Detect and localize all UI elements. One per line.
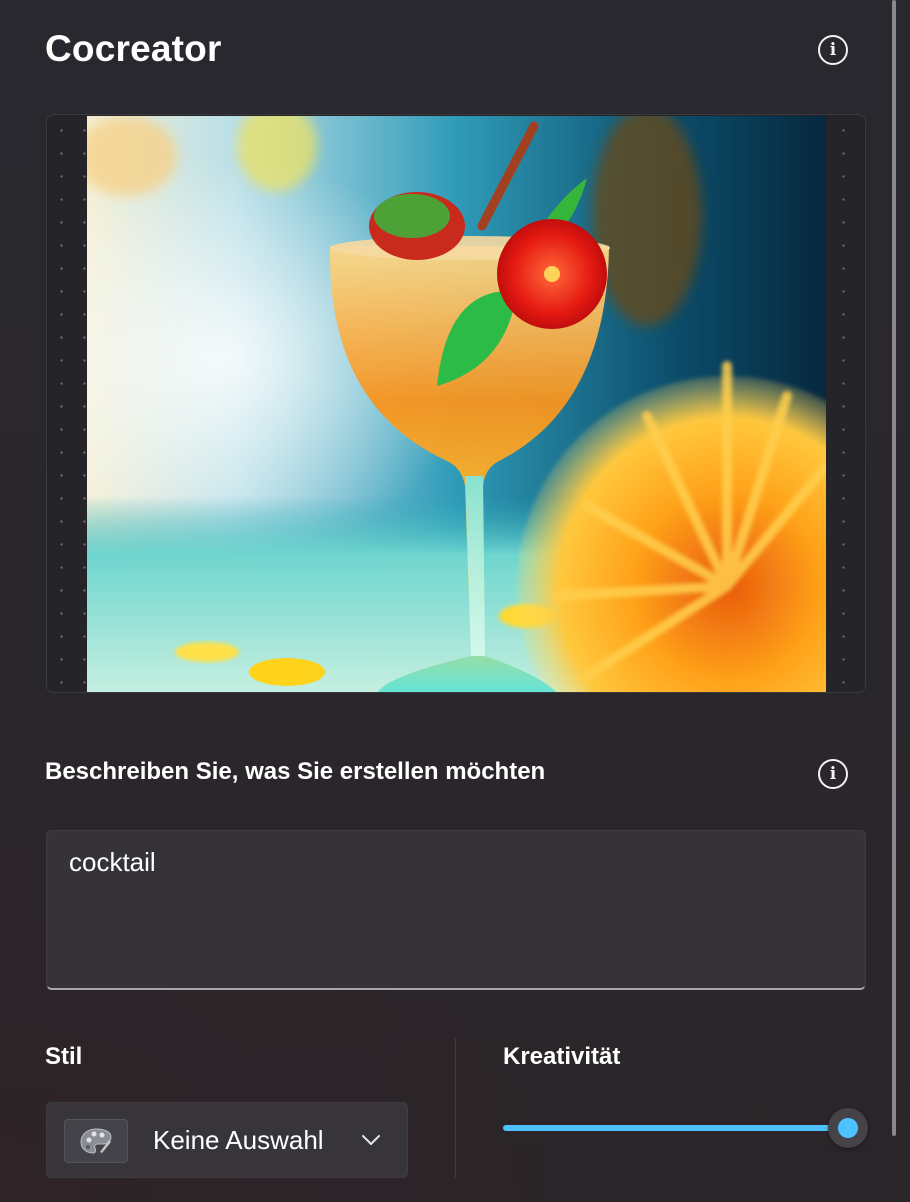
palette-icon: [80, 1128, 112, 1154]
info-icon: i: [829, 763, 837, 784]
scrollbar[interactable]: [892, 0, 896, 1136]
info-icon: i: [829, 39, 837, 60]
chevron-down-icon: [362, 1135, 380, 1145]
generated-image: [87, 116, 826, 692]
cocreator-panel: Cocreator i Beschreiben Sie, was Sie ers…: [0, 0, 898, 1202]
section-divider: [455, 1038, 456, 1178]
image-canvas[interactable]: [46, 114, 866, 693]
prompt-label: Beschreiben Sie, was Sie erstellen möcht…: [45, 758, 546, 785]
creativity-slider-thumb-dot: [838, 1118, 858, 1138]
creativity-slider-thumb[interactable]: [828, 1108, 868, 1148]
prompt-info-button[interactable]: i: [818, 759, 848, 789]
prompt-text: cocktail: [69, 847, 156, 877]
panel-title: Cocreator: [45, 28, 222, 69]
title-info-button[interactable]: i: [818, 35, 848, 65]
style-thumbnail: [64, 1119, 128, 1163]
creativity-slider[interactable]: [503, 1108, 868, 1148]
style-dropdown[interactable]: Keine Auswahl: [46, 1102, 408, 1178]
creativity-label: Kreativität: [503, 1043, 621, 1070]
prompt-textarea[interactable]: cocktail: [46, 830, 866, 990]
style-label: Stil: [45, 1043, 83, 1070]
creativity-slider-track[interactable]: [503, 1125, 848, 1131]
style-selected-value: Keine Auswahl: [153, 1125, 324, 1155]
